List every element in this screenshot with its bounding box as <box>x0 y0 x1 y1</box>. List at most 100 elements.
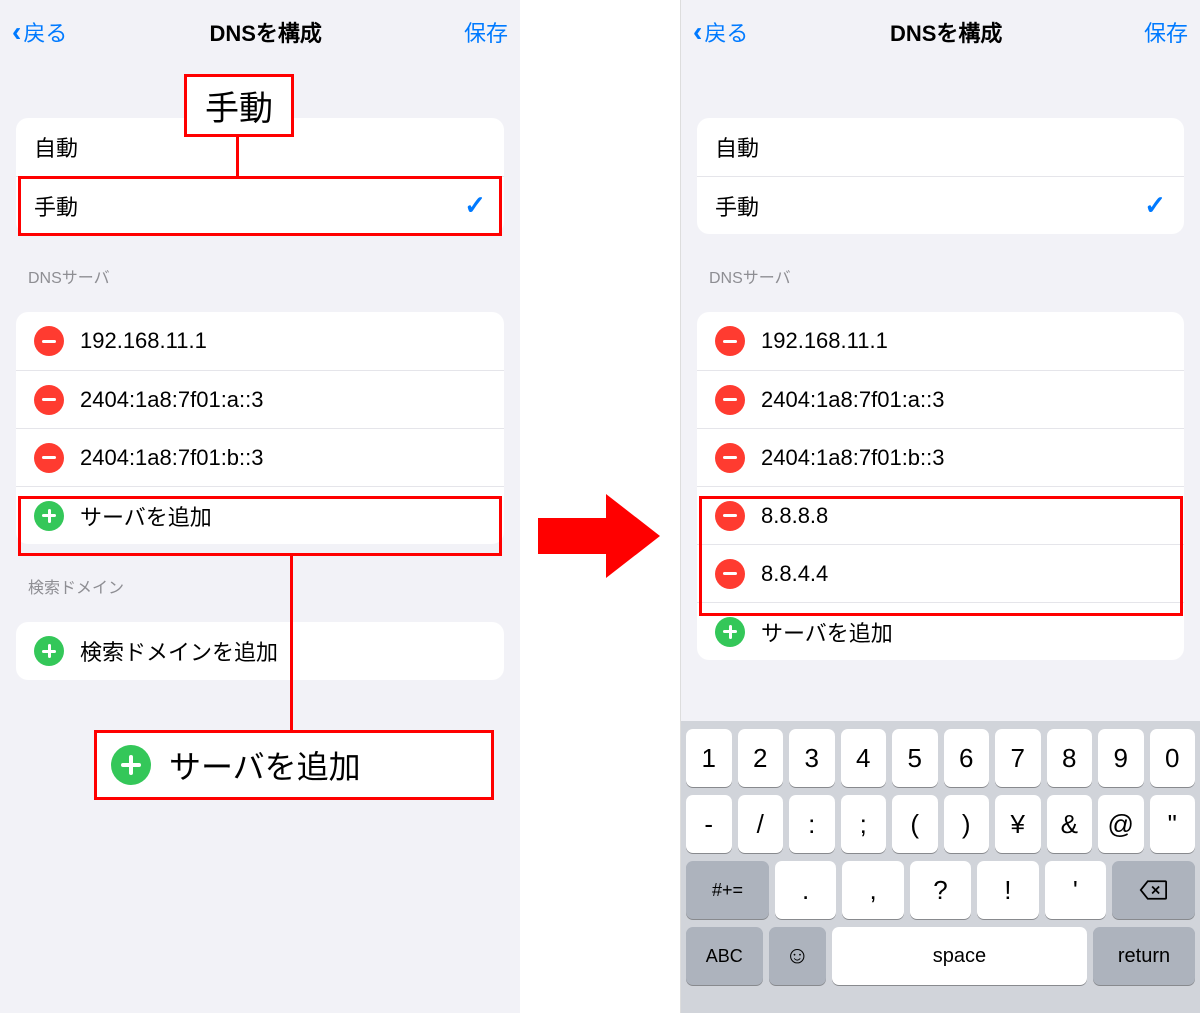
page-title: DNSを構成 <box>890 16 1002 48</box>
keyboard-key[interactable]: 5 <box>892 729 938 787</box>
mode-auto-label: 自動 <box>34 131 78 163</box>
keyboard: 1 2 3 4 5 6 7 8 9 0 - / : ; ( ) ¥ & @ <box>681 721 1200 1013</box>
mode-auto-label: 自動 <box>715 131 759 163</box>
back-label: 戻る <box>704 16 748 48</box>
keyboard-key[interactable]: ' <box>1045 861 1106 919</box>
keyboard-key[interactable]: 6 <box>944 729 990 787</box>
dns-server-row[interactable]: 8.8.4.4 <box>697 544 1184 602</box>
annotation-add-server-callout: サーバを追加 <box>94 730 494 800</box>
keyboard-key[interactable]: 3 <box>789 729 835 787</box>
mode-manual-label: 手動 <box>715 190 759 222</box>
keyboard-key[interactable]: : <box>789 795 835 853</box>
dns-server-value: 2404:1a8:7f01:b::3 <box>761 445 945 471</box>
annotation-manual-callout: 手動 <box>184 74 294 137</box>
phone-right: ‹ 戻る DNSを構成 保存 自動 手動 ✓ DNSサーバ 192.168. <box>680 0 1200 1013</box>
minus-icon[interactable] <box>715 559 745 589</box>
annotation-add-server-text: サーバを追加 <box>169 742 361 788</box>
back-button[interactable]: ‹ 戻る <box>693 16 748 48</box>
keyboard-key[interactable]: 7 <box>995 729 1041 787</box>
back-button[interactable]: ‹ 戻る <box>12 16 67 48</box>
arrow-right-icon <box>538 494 668 578</box>
search-domains-header: 検索ドメイン <box>28 574 504 598</box>
keyboard-key[interactable]: ( <box>892 795 938 853</box>
dns-server-row[interactable]: 8.8.8.8 <box>697 486 1184 544</box>
add-search-domain-row[interactable]: 検索ドメインを追加 <box>16 622 504 680</box>
mode-manual-label: 手動 <box>34 190 78 222</box>
chevron-left-icon: ‹ <box>12 18 21 46</box>
checkmark-icon: ✓ <box>1144 190 1166 221</box>
dns-server-row[interactable]: 2404:1a8:7f01:a::3 <box>697 370 1184 428</box>
keyboard-key[interactable]: 9 <box>1098 729 1144 787</box>
minus-icon[interactable] <box>34 385 64 415</box>
plus-icon[interactable] <box>715 617 745 647</box>
dns-servers-header: DNSサーバ <box>28 264 504 288</box>
dns-servers-header: DNSサーバ <box>709 264 1184 288</box>
keyboard-delete-key[interactable] <box>1112 861 1195 919</box>
keyboard-key[interactable]: @ <box>1098 795 1144 853</box>
save-button[interactable]: 保存 <box>464 16 508 48</box>
keyboard-key[interactable]: 4 <box>841 729 887 787</box>
save-button[interactable]: 保存 <box>1144 16 1188 48</box>
dns-server-value: 2404:1a8:7f01:b::3 <box>80 445 264 471</box>
dns-server-row[interactable]: 2404:1a8:7f01:b::3 <box>697 428 1184 486</box>
keyboard-key[interactable]: ) <box>944 795 990 853</box>
minus-icon[interactable] <box>715 385 745 415</box>
backspace-icon <box>1139 879 1167 901</box>
chevron-left-icon: ‹ <box>693 18 702 46</box>
dns-server-value: 192.168.11.1 <box>761 328 888 354</box>
minus-icon[interactable] <box>715 326 745 356</box>
keyboard-space-key[interactable]: space <box>832 927 1087 985</box>
keyboard-key[interactable]: 1 <box>686 729 732 787</box>
dns-server-row[interactable]: 2404:1a8:7f01:b::3 <box>16 428 504 486</box>
keyboard-return-key[interactable]: return <box>1093 927 1195 985</box>
mode-auto-row[interactable]: 自動 <box>697 118 1184 176</box>
minus-icon[interactable] <box>715 443 745 473</box>
keyboard-key[interactable]: & <box>1047 795 1093 853</box>
dns-server-value: 8.8.4.4 <box>761 561 828 587</box>
dns-server-value: 2404:1a8:7f01:a::3 <box>761 387 945 413</box>
navbar: ‹ 戻る DNSを構成 保存 <box>681 0 1200 64</box>
dns-servers-group: 192.168.11.1 2404:1a8:7f01:a::3 2404:1a8… <box>697 312 1184 660</box>
dns-server-row[interactable]: 192.168.11.1 <box>16 312 504 370</box>
dns-servers-group: 192.168.11.1 2404:1a8:7f01:a::3 2404:1a8… <box>16 312 504 544</box>
mode-group: 自動 手動 ✓ <box>697 118 1184 234</box>
keyboard-key[interactable]: , <box>842 861 903 919</box>
keyboard-key[interactable]: 2 <box>738 729 784 787</box>
phone-left: ‹ 戻る DNSを構成 保存 自動 手動 ✓ DNSサーバ 192.168. <box>0 0 520 1013</box>
minus-icon[interactable] <box>715 501 745 531</box>
keyboard-key[interactable]: 8 <box>1047 729 1093 787</box>
page-title: DNSを構成 <box>209 16 321 48</box>
navbar: ‹ 戻る DNSを構成 保存 <box>0 0 520 64</box>
dns-server-value: 2404:1a8:7f01:a::3 <box>80 387 264 413</box>
keyboard-key[interactable]: . <box>775 861 836 919</box>
keyboard-emoji-key[interactable]: ☺ <box>769 927 826 985</box>
add-server-row[interactable]: サーバを追加 <box>16 486 504 544</box>
plus-icon[interactable] <box>34 636 64 666</box>
checkmark-icon: ✓ <box>464 190 486 221</box>
keyboard-abc-key[interactable]: ABC <box>686 927 763 985</box>
keyboard-key[interactable]: 0 <box>1150 729 1196 787</box>
dns-server-value: 192.168.11.1 <box>80 328 207 354</box>
add-search-domain-label: 検索ドメインを追加 <box>80 635 278 667</box>
back-label: 戻る <box>23 16 67 48</box>
add-server-row[interactable]: サーバを追加 <box>697 602 1184 660</box>
dns-server-row[interactable]: 192.168.11.1 <box>697 312 1184 370</box>
keyboard-shift-key[interactable]: #+= <box>686 861 769 919</box>
plus-icon <box>111 745 151 785</box>
keyboard-key[interactable]: ¥ <box>995 795 1041 853</box>
mode-manual-row[interactable]: 手動 ✓ <box>16 176 504 234</box>
add-server-label: サーバを追加 <box>761 616 893 648</box>
keyboard-key[interactable]: / <box>738 795 784 853</box>
add-server-label: サーバを追加 <box>80 500 212 532</box>
dns-server-value: 8.8.8.8 <box>761 503 828 529</box>
mode-manual-row[interactable]: 手動 ✓ <box>697 176 1184 234</box>
dns-server-row[interactable]: 2404:1a8:7f01:a::3 <box>16 370 504 428</box>
plus-icon[interactable] <box>34 501 64 531</box>
minus-icon[interactable] <box>34 326 64 356</box>
keyboard-key[interactable]: " <box>1150 795 1196 853</box>
keyboard-key[interactable]: - <box>686 795 732 853</box>
minus-icon[interactable] <box>34 443 64 473</box>
keyboard-key[interactable]: ! <box>977 861 1038 919</box>
keyboard-key[interactable]: ? <box>910 861 971 919</box>
keyboard-key[interactable]: ; <box>841 795 887 853</box>
